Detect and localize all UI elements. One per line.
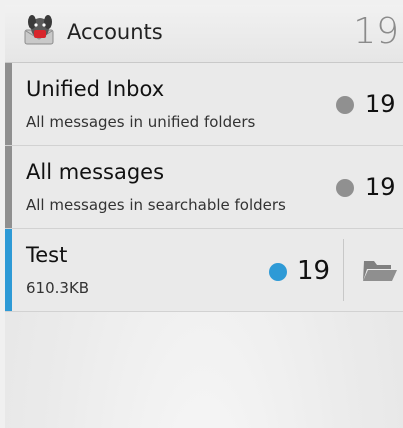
- account-color-stripe: [5, 146, 12, 228]
- unread-dot-icon: [336, 96, 354, 114]
- accounts-screen: Accounts 19 Unified Inbox All messages i…: [5, 5, 403, 428]
- account-size: 610.3KB: [26, 279, 90, 297]
- total-unread-count: 19: [353, 11, 399, 52]
- account-color-stripe: [5, 63, 12, 145]
- k9-mail-dog-icon[interactable]: [23, 12, 57, 46]
- account-name: Unified Inbox: [26, 77, 165, 101]
- unread-count: 19: [365, 90, 396, 118]
- account-color-stripe: [5, 229, 12, 311]
- account-description: All messages in unified folders: [26, 113, 256, 131]
- folder-icon[interactable]: [353, 249, 403, 291]
- account-row-test[interactable]: Test 610.3KB 19: [5, 229, 403, 312]
- account-name: Test: [26, 243, 68, 267]
- unread-count: 19: [365, 173, 396, 201]
- account-description: All messages in searchable folders: [26, 196, 286, 214]
- action-bar: Accounts 19: [5, 5, 403, 63]
- divider: [343, 239, 344, 301]
- unread-dot-icon: [269, 263, 287, 281]
- account-name: All messages: [26, 160, 165, 184]
- unread-dot-icon: [336, 179, 354, 197]
- account-row-unified-inbox[interactable]: Unified Inbox All messages in unified fo…: [5, 63, 403, 146]
- account-row-all-messages[interactable]: All messages All messages in searchable …: [5, 146, 403, 229]
- page-title: Accounts: [67, 20, 163, 44]
- unread-count: 19: [297, 256, 331, 286]
